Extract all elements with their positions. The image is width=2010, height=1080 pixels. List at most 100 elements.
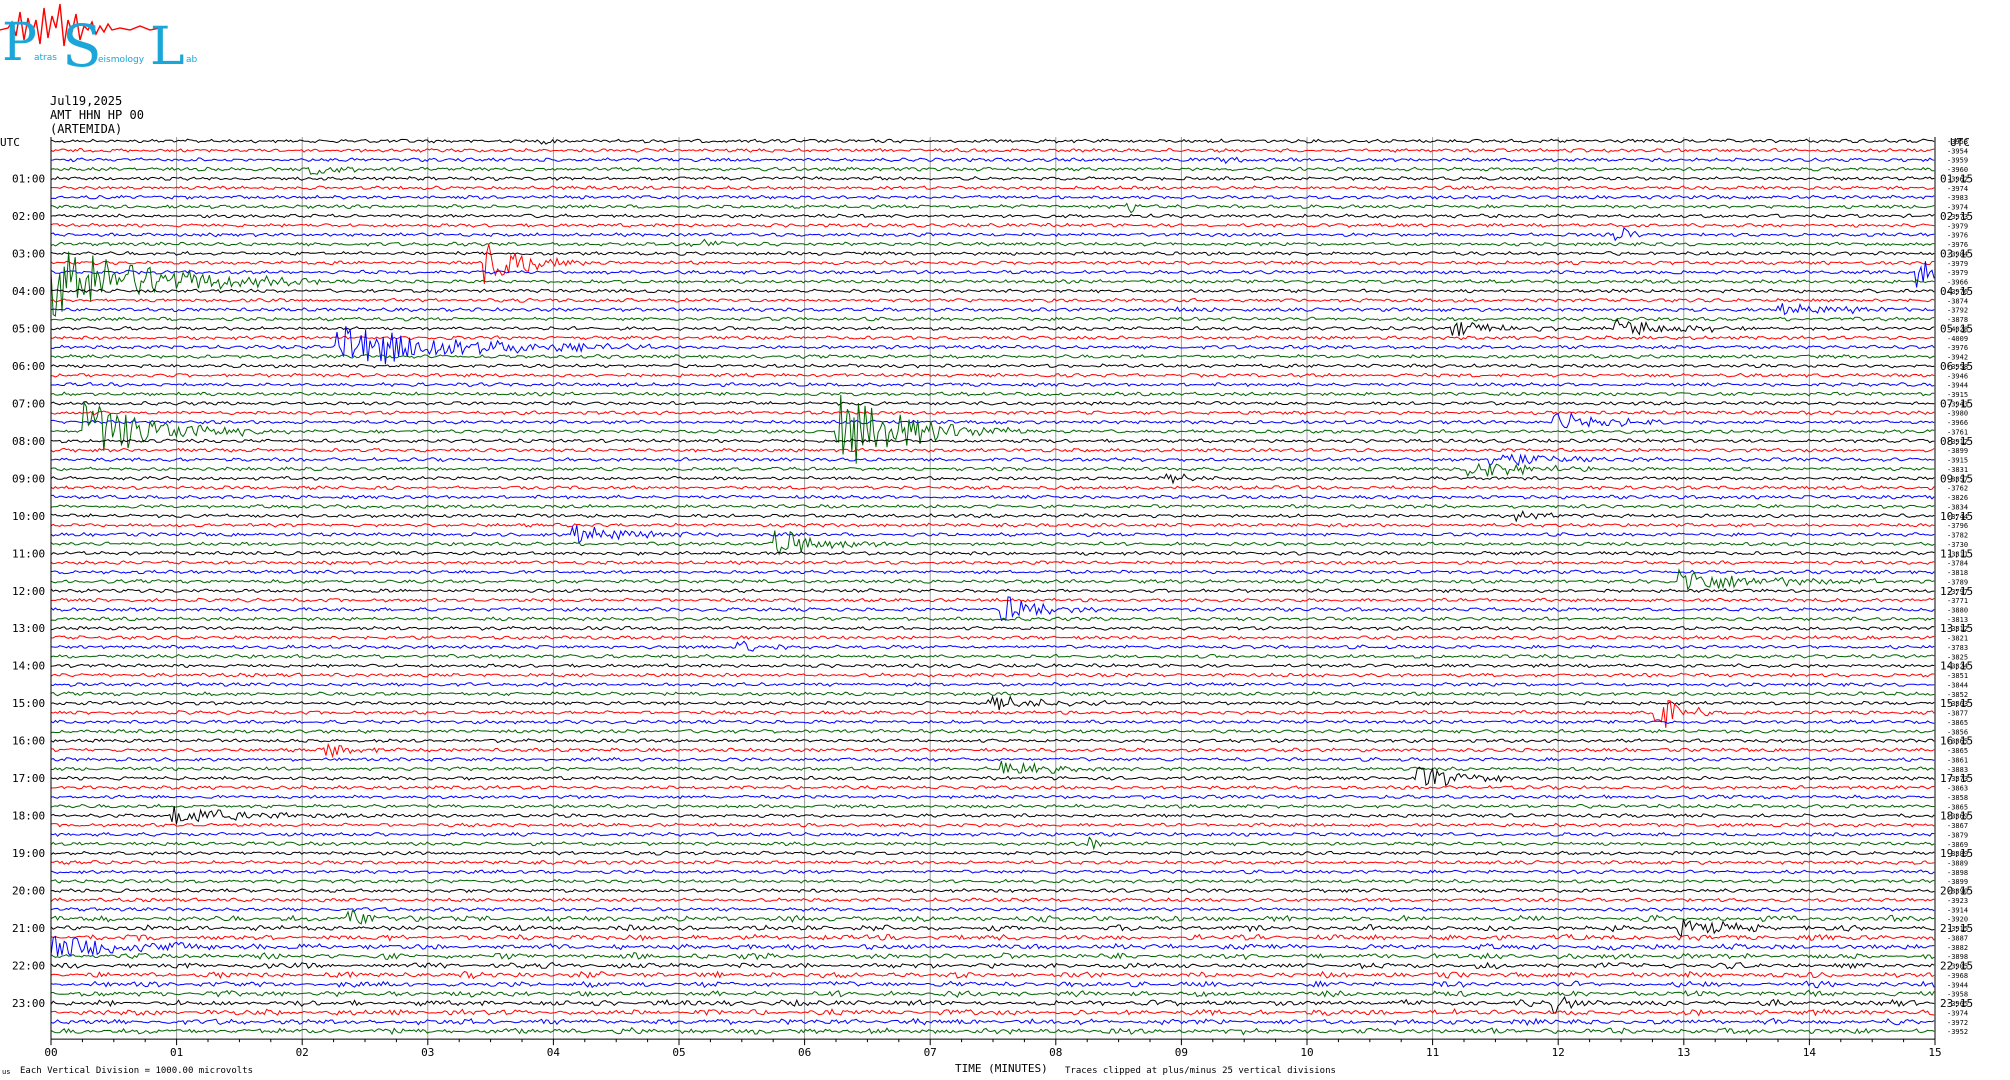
trace-line bbox=[50, 238, 1935, 248]
trace-line bbox=[50, 952, 1935, 961]
trace-mean-label: -3818 bbox=[1947, 569, 1968, 577]
trace-mean-label: -3979 bbox=[1947, 260, 1968, 268]
trace-line bbox=[50, 326, 1935, 365]
trace-line bbox=[50, 400, 1935, 406]
trace-line bbox=[50, 202, 1935, 214]
left-hour-label: 12:00 bbox=[12, 585, 45, 598]
trace-mean-label: -3974 bbox=[1947, 185, 1968, 193]
trace-line bbox=[50, 831, 1935, 837]
corner-mark: us bbox=[2, 1068, 11, 1076]
trace-line bbox=[50, 700, 1935, 728]
trace-line bbox=[50, 996, 1935, 1014]
trace-line bbox=[50, 682, 1935, 688]
trace-line bbox=[50, 353, 1935, 360]
x-tick-label: 01 bbox=[170, 1046, 183, 1059]
right-axis-title: UTC bbox=[1950, 136, 1970, 149]
x-axis-title: TIME (MINUTES) bbox=[955, 1062, 1048, 1075]
trace-line bbox=[50, 961, 1935, 970]
trace-line bbox=[50, 297, 1935, 303]
left-hour-label: 03:00 bbox=[12, 247, 45, 260]
trace-line bbox=[50, 410, 1935, 416]
trace-line bbox=[50, 672, 1935, 678]
trace-line bbox=[51, 742, 1935, 759]
trace-line bbox=[50, 453, 1935, 467]
left-hour-label: 05:00 bbox=[12, 322, 45, 335]
left-hour-label: 18:00 bbox=[12, 810, 45, 823]
trace-line bbox=[50, 503, 1935, 509]
trace-mean-label: -3877 bbox=[1947, 710, 1968, 718]
trace-line bbox=[50, 935, 1935, 957]
right-hour-label: 09:15 bbox=[1940, 472, 1973, 485]
left-hour-label: 08:00 bbox=[12, 435, 45, 448]
trace-mean-label: -3976 bbox=[1947, 344, 1968, 352]
trace-mean-label: -3959 bbox=[1947, 157, 1968, 165]
right-hour-label: 01:15 bbox=[1940, 172, 1973, 185]
x-tick-label: 00 bbox=[44, 1046, 57, 1059]
trace-line bbox=[50, 625, 1935, 631]
x-tick-label: 11 bbox=[1426, 1046, 1439, 1059]
right-hour-label: 13:15 bbox=[1940, 622, 1973, 635]
left-hour-label: 19:00 bbox=[12, 847, 45, 860]
x-tick-label: 07 bbox=[924, 1046, 937, 1059]
right-hour-label: 05:15 bbox=[1940, 322, 1973, 335]
trace-mean-label: -3821 bbox=[1947, 635, 1968, 643]
trace-line bbox=[50, 372, 1935, 378]
x-tick-label: 14 bbox=[1803, 1046, 1817, 1059]
left-hour-label: 11:00 bbox=[12, 547, 45, 560]
left-hour-label: 02:00 bbox=[12, 210, 45, 223]
trace-line bbox=[50, 166, 1935, 175]
right-hour-label: 16:15 bbox=[1940, 735, 1973, 748]
right-hour-label: 08:15 bbox=[1940, 435, 1973, 448]
trace-mean-label: -3882 bbox=[1947, 944, 1968, 952]
trace-line bbox=[50, 288, 1935, 294]
trace-line bbox=[50, 719, 1935, 725]
trace-mean-label: -3946 bbox=[1947, 372, 1968, 380]
x-tick-label: 06 bbox=[798, 1046, 811, 1059]
trace-line bbox=[50, 728, 1935, 734]
right-hour-label: 03:15 bbox=[1940, 247, 1973, 260]
trace-line bbox=[50, 694, 1935, 711]
x-tick-label: 04 bbox=[547, 1046, 561, 1059]
trace-line bbox=[50, 147, 1935, 153]
trace-line bbox=[50, 494, 1935, 500]
trace-line bbox=[50, 640, 1935, 652]
trace-line bbox=[50, 175, 1935, 182]
trace-line bbox=[50, 485, 1935, 491]
trace-mean-label: -3851 bbox=[1947, 672, 1968, 680]
trace-line bbox=[50, 222, 1935, 228]
left-hour-label: 16:00 bbox=[12, 735, 45, 748]
plot-axes: 00 01 02 03 04 05 06 07 08 09 10 11 12 13 14 15-3953-39… bbox=[12, 137, 1973, 1059]
trace-line bbox=[50, 918, 1935, 938]
right-hour-label: 12:15 bbox=[1940, 585, 1973, 598]
trace-mean-label: -3983 bbox=[1947, 194, 1968, 202]
trace-line bbox=[50, 318, 1935, 337]
trace-mean-label: -3968 bbox=[1947, 972, 1968, 980]
trace-mean-label: -3867 bbox=[1947, 822, 1968, 830]
right-hour-label: 04:15 bbox=[1940, 285, 1973, 298]
trace-mean-label: -3863 bbox=[1947, 785, 1968, 793]
trace-line bbox=[50, 989, 1935, 998]
trace-line bbox=[50, 250, 1935, 257]
trace-line bbox=[50, 822, 1935, 828]
left-hour-label: 15:00 bbox=[12, 697, 45, 710]
trace-line bbox=[50, 933, 1935, 943]
right-hour-label: 23:15 bbox=[1940, 997, 1973, 1010]
left-hour-label: 20:00 bbox=[12, 885, 45, 898]
trace-mean-label: -3944 bbox=[1947, 981, 1968, 989]
trace-line bbox=[50, 888, 1935, 894]
trace-mean-label: -3771 bbox=[1947, 597, 1968, 605]
x-tick-label: 03 bbox=[421, 1046, 434, 1059]
trace-mean-label: -3952 bbox=[1947, 1028, 1968, 1036]
trace-line bbox=[50, 391, 1935, 397]
trace-mean-label: -4009 bbox=[1947, 335, 1968, 343]
trace-mean-label: -3944 bbox=[1947, 382, 1968, 390]
right-hour-label: 20:15 bbox=[1940, 885, 1973, 898]
trace-line bbox=[50, 213, 1935, 219]
clip-note: Traces clipped at plus/minus 25 vertical… bbox=[1065, 1066, 1336, 1076]
trace-line bbox=[50, 509, 1935, 523]
trace-line bbox=[50, 878, 1935, 884]
trace-line bbox=[50, 760, 1935, 774]
trace-line bbox=[50, 560, 1935, 566]
trace-line bbox=[50, 525, 1935, 545]
trace-mean-label: -3979 bbox=[1947, 269, 1968, 277]
